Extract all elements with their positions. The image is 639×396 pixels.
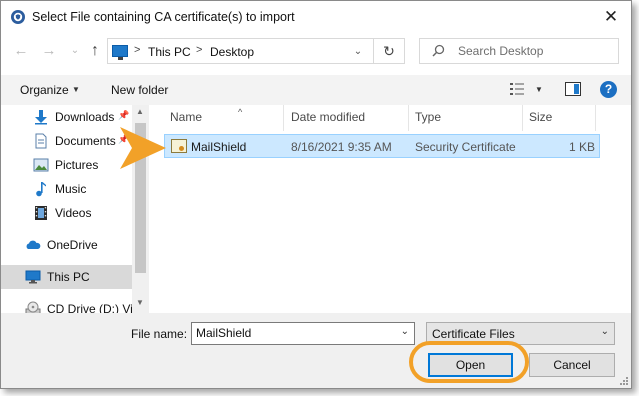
- app-shield-icon: [11, 10, 25, 24]
- file-type: Security Certificate: [415, 140, 516, 154]
- breadcrumb-this-pc[interactable]: This PC: [148, 45, 191, 59]
- navigation-bar: ← → ⌄ ↑ > This PC > Desktop ⌄ ↻: [1, 35, 631, 69]
- file-name-label: File name:: [131, 327, 188, 341]
- sidebar-item-label: Documents: [55, 134, 116, 148]
- sidebar-item-cd-drive[interactable]: CD Drive (D:) Vir: [1, 297, 137, 313]
- sidebar-item-label: Downloads: [55, 110, 115, 124]
- column-header-date-modified[interactable]: Date modified: [291, 110, 365, 124]
- sidebar-item-this-pc[interactable]: This PC: [1, 265, 132, 289]
- address-dropdown-button[interactable]: ⌄: [347, 38, 369, 64]
- pictures-icon: [33, 158, 49, 172]
- computer-icon: [112, 45, 128, 60]
- sidebar-item-music[interactable]: Music: [1, 177, 132, 201]
- refresh-button[interactable]: ↻: [373, 38, 405, 64]
- search-input[interactable]: [458, 44, 608, 58]
- documents-icon: [35, 133, 47, 149]
- title-bar: Select File containing CA certificate(s)…: [1, 1, 631, 33]
- sidebar-item-label: CD Drive (D:) Vir: [47, 302, 137, 313]
- certificate-icon: [171, 139, 187, 153]
- file-size: 1 KB: [568, 140, 595, 154]
- view-details-icon[interactable]: [509, 82, 525, 96]
- download-arrow-icon: [35, 110, 47, 125]
- breadcrumb-separator: >: [134, 44, 141, 56]
- column-divider[interactable]: [522, 105, 523, 131]
- organize-dropdown-icon[interactable]: ▼: [72, 85, 80, 94]
- pin-icon[interactable]: 📌: [118, 110, 129, 121]
- search-icon: [432, 44, 445, 57]
- videos-film-icon: [35, 206, 47, 220]
- view-options-dropdown-icon[interactable]: ▼: [535, 85, 543, 94]
- sidebar-item-pictures[interactable]: Pictures: [1, 153, 132, 177]
- file-name-combo[interactable]: ⌄: [191, 322, 415, 345]
- sidebar-item-videos[interactable]: Videos: [1, 201, 132, 225]
- sidebar-item-label: OneDrive: [47, 238, 98, 252]
- file-name-input[interactable]: [196, 326, 386, 340]
- help-icon[interactable]: ?: [600, 81, 617, 98]
- command-bar: Organize ▼ New folder ▼ ?: [1, 75, 631, 105]
- computer-icon: [25, 270, 41, 284]
- chevron-down-icon: ⌄: [353, 45, 363, 57]
- column-divider[interactable]: [283, 105, 284, 131]
- column-divider[interactable]: [595, 105, 596, 131]
- scroll-down-icon[interactable]: ▼: [136, 298, 144, 307]
- cd-drive-icon: [25, 301, 41, 313]
- close-icon: ✕: [603, 7, 619, 26]
- file-date-modified: 8/16/2021 9:35 AM: [291, 140, 392, 154]
- dialog-footer: File name: ⌄ Certificate Files ⌄ Open Ca…: [1, 313, 631, 388]
- file-list: Name ^ Date modified Type Size MailShiel…: [151, 105, 631, 313]
- sidebar-item-label: Pictures: [55, 158, 99, 172]
- window-title: Select File containing CA certificate(s)…: [32, 10, 295, 24]
- chevron-down-icon: ⌄: [600, 326, 609, 337]
- column-header-name[interactable]: Name ^: [170, 107, 242, 124]
- organize-button[interactable]: Organize: [20, 83, 69, 97]
- sidebar-item-documents[interactable]: Documents 📌: [1, 129, 132, 153]
- column-divider[interactable]: [408, 105, 409, 131]
- annotation-arrow-icon: [120, 127, 166, 169]
- cloud-icon: [26, 240, 41, 249]
- back-arrow-icon[interactable]: ←: [13, 42, 29, 60]
- column-header-type[interactable]: Type: [415, 110, 441, 124]
- close-button[interactable]: ✕: [597, 5, 625, 29]
- breadcrumb-desktop[interactable]: Desktop: [210, 45, 254, 59]
- sidebar-item-onedrive[interactable]: OneDrive: [1, 233, 132, 257]
- file-type-select[interactable]: Certificate Files ⌄: [426, 322, 615, 345]
- recent-locations-chevron-icon[interactable]: ⌄: [67, 42, 83, 60]
- refresh-icon: ↻: [383, 42, 395, 59]
- scroll-up-icon[interactable]: ▲: [136, 107, 144, 116]
- sidebar-item-label: Music: [55, 182, 87, 196]
- open-button[interactable]: Open: [428, 353, 513, 377]
- chevron-down-icon[interactable]: ⌄: [401, 326, 409, 337]
- sort-ascending-icon: ^: [238, 107, 243, 117]
- new-folder-button[interactable]: New folder: [111, 83, 168, 97]
- column-header-size[interactable]: Size: [529, 110, 552, 124]
- breadcrumb-separator: >: [196, 44, 203, 56]
- file-row-selected[interactable]: MailShield 8/16/2021 9:35 AM Security Ce…: [164, 134, 600, 158]
- forward-arrow-icon[interactable]: →: [41, 42, 57, 60]
- sidebar-item-label: Videos: [55, 206, 92, 220]
- file-open-dialog: Select File containing CA certificate(s)…: [0, 0, 632, 389]
- cancel-button[interactable]: Cancel: [529, 353, 615, 377]
- column-header-label: Name: [170, 110, 203, 124]
- file-name: MailShield: [191, 140, 247, 154]
- up-arrow-icon[interactable]: ↑: [87, 42, 103, 60]
- search-box[interactable]: [419, 38, 619, 64]
- resize-grip-icon[interactable]: [619, 376, 629, 386]
- sidebar-item-label: This PC: [47, 270, 90, 284]
- preview-pane-icon[interactable]: [565, 82, 581, 96]
- music-note-icon: [36, 182, 46, 197]
- sidebar-item-downloads[interactable]: Downloads 📌: [1, 105, 132, 129]
- file-type-value: Certificate Files: [432, 327, 515, 341]
